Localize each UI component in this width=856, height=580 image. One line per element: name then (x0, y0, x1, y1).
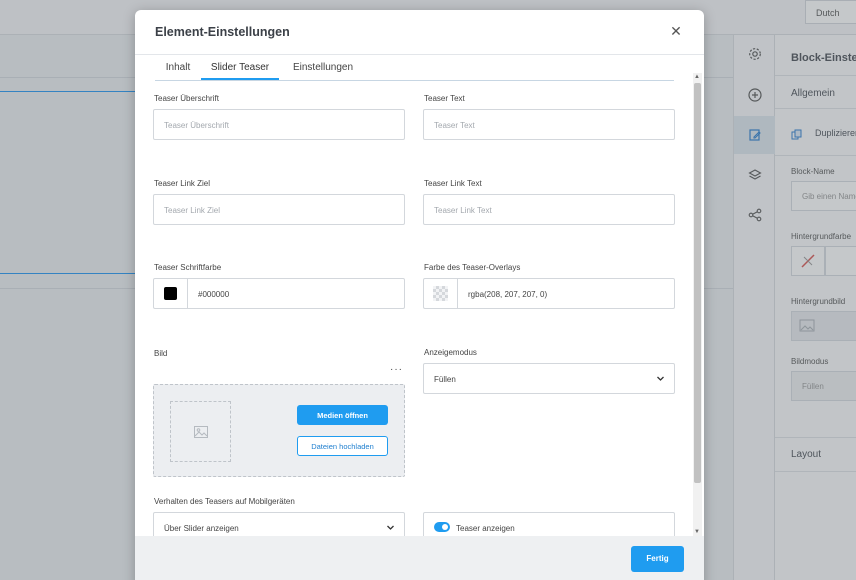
teaser-link-text-input[interactable]: Teaser Link Text (423, 194, 675, 225)
modal-scrollbar[interactable]: ▲ ▼ (693, 73, 702, 536)
open-media-button[interactable]: Medien öffnen (297, 405, 388, 425)
overlay-color-swatch[interactable] (424, 279, 458, 308)
element-settings-modal: Element-Einstellungen ✕ Inhalt Slider Te… (135, 10, 704, 580)
image-label: Bild (154, 349, 168, 358)
modal-tabs: Inhalt Slider Teaser Einstellungen (155, 55, 674, 81)
chevron-down-icon (657, 376, 664, 381)
overlay-color-input[interactable]: rgba(208, 207, 207, 0) (423, 278, 675, 309)
display-mode-label: Anzeigemodus (424, 348, 477, 357)
teaser-text-label: Teaser Text (424, 94, 465, 103)
tab-einstellungen[interactable]: Einstellungen (279, 55, 367, 80)
font-color-label: Teaser Schriftfarbe (154, 263, 222, 272)
image-more-options-icon[interactable]: ··· (390, 364, 403, 375)
teaser-heading-label: Teaser Überschrift (154, 94, 219, 103)
close-icon[interactable]: ✕ (668, 23, 684, 39)
display-mode-select[interactable]: Füllen (423, 363, 675, 394)
image-dropzone[interactable]: Medien öffnen Dateien hochladen (153, 384, 405, 477)
mobile-behavior-label: Verhalten des Teasers auf Mobilgeräten (154, 497, 295, 506)
image-placeholder-icon (170, 401, 231, 462)
teaser-text-input[interactable]: Teaser Text (423, 109, 675, 140)
font-color-swatch[interactable] (154, 279, 188, 308)
teaser-link-text-label: Teaser Link Text (424, 179, 482, 188)
show-teaser-toggle[interactable] (434, 522, 450, 532)
tab-inhalt[interactable]: Inhalt (155, 55, 201, 80)
modal-footer: Fertig (135, 536, 704, 580)
modal-title: Element-Einstellungen (155, 25, 290, 39)
chevron-down-icon (387, 525, 394, 530)
overlay-color-label: Farbe des Teaser-Overlays (424, 263, 521, 272)
font-color-input[interactable]: #000000 (153, 278, 405, 309)
upload-files-button[interactable]: Dateien hochladen (297, 436, 388, 456)
show-teaser-label: Teaser anzeigen (456, 524, 515, 533)
teaser-heading-input[interactable]: Teaser Überschrift (153, 109, 405, 140)
teaser-link-target-label: Teaser Link Ziel (154, 179, 211, 188)
tab-slider-teaser[interactable]: Slider Teaser (201, 55, 279, 80)
done-button[interactable]: Fertig (631, 546, 684, 572)
modal-content: Teaser Überschrift Teaser Überschrift Te… (135, 81, 704, 543)
teaser-link-target-input[interactable]: Teaser Link Ziel (153, 194, 405, 225)
